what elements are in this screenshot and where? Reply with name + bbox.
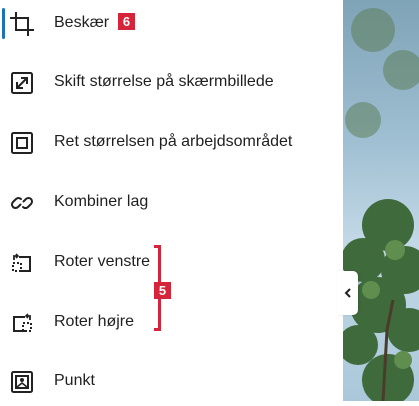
menu-item-label: Beskær bbox=[54, 14, 110, 31]
collapse-panel-button[interactable] bbox=[337, 271, 358, 315]
tree-photo bbox=[343, 8, 419, 401]
image-point-icon bbox=[10, 370, 34, 394]
menu-item-label: Roter højre bbox=[54, 313, 135, 330]
menu-item-label: Roter venstre bbox=[54, 253, 151, 270]
menu-item-crop[interactable]: Beskær 6 bbox=[0, 0, 335, 48]
menu-item-merge-layers[interactable]: Kombiner lag bbox=[0, 179, 335, 227]
menu-item-canvas-size[interactable]: Ret størrelsen på arbejdsområdet bbox=[0, 119, 335, 167]
rotate-left-icon bbox=[10, 251, 34, 275]
annotation-badge: 5 bbox=[154, 282, 171, 299]
menu-item-label: Punkt bbox=[54, 372, 95, 389]
canvas-size-icon bbox=[10, 131, 34, 155]
tools-panel: Beskær 6 Skift størrelse på skærmbillede… bbox=[0, 0, 343, 401]
menu-item-label: Ret størrelsen på arbejdsområdet bbox=[54, 133, 293, 150]
menu-item-label: Skift størrelse på skærmbillede bbox=[54, 73, 274, 90]
merge-layers-icon bbox=[10, 191, 34, 215]
chevron-left-icon bbox=[344, 288, 351, 298]
canvas-image bbox=[343, 0, 419, 401]
menu-item-rotate-left[interactable]: Roter venstre bbox=[0, 239, 335, 287]
annotation-badge: 6 bbox=[118, 13, 135, 30]
menu-item-resize-image[interactable]: Skift størrelse på skærmbillede bbox=[0, 59, 335, 107]
menu-item-label: Kombiner lag bbox=[54, 193, 149, 210]
menu-item-rotate-right[interactable]: Roter højre bbox=[0, 299, 335, 347]
rotate-right-icon bbox=[10, 311, 34, 335]
resize-image-icon bbox=[10, 71, 34, 95]
menu-item-point[interactable]: Punkt bbox=[0, 358, 335, 406]
crop-icon bbox=[10, 12, 34, 36]
active-indicator bbox=[2, 8, 5, 39]
